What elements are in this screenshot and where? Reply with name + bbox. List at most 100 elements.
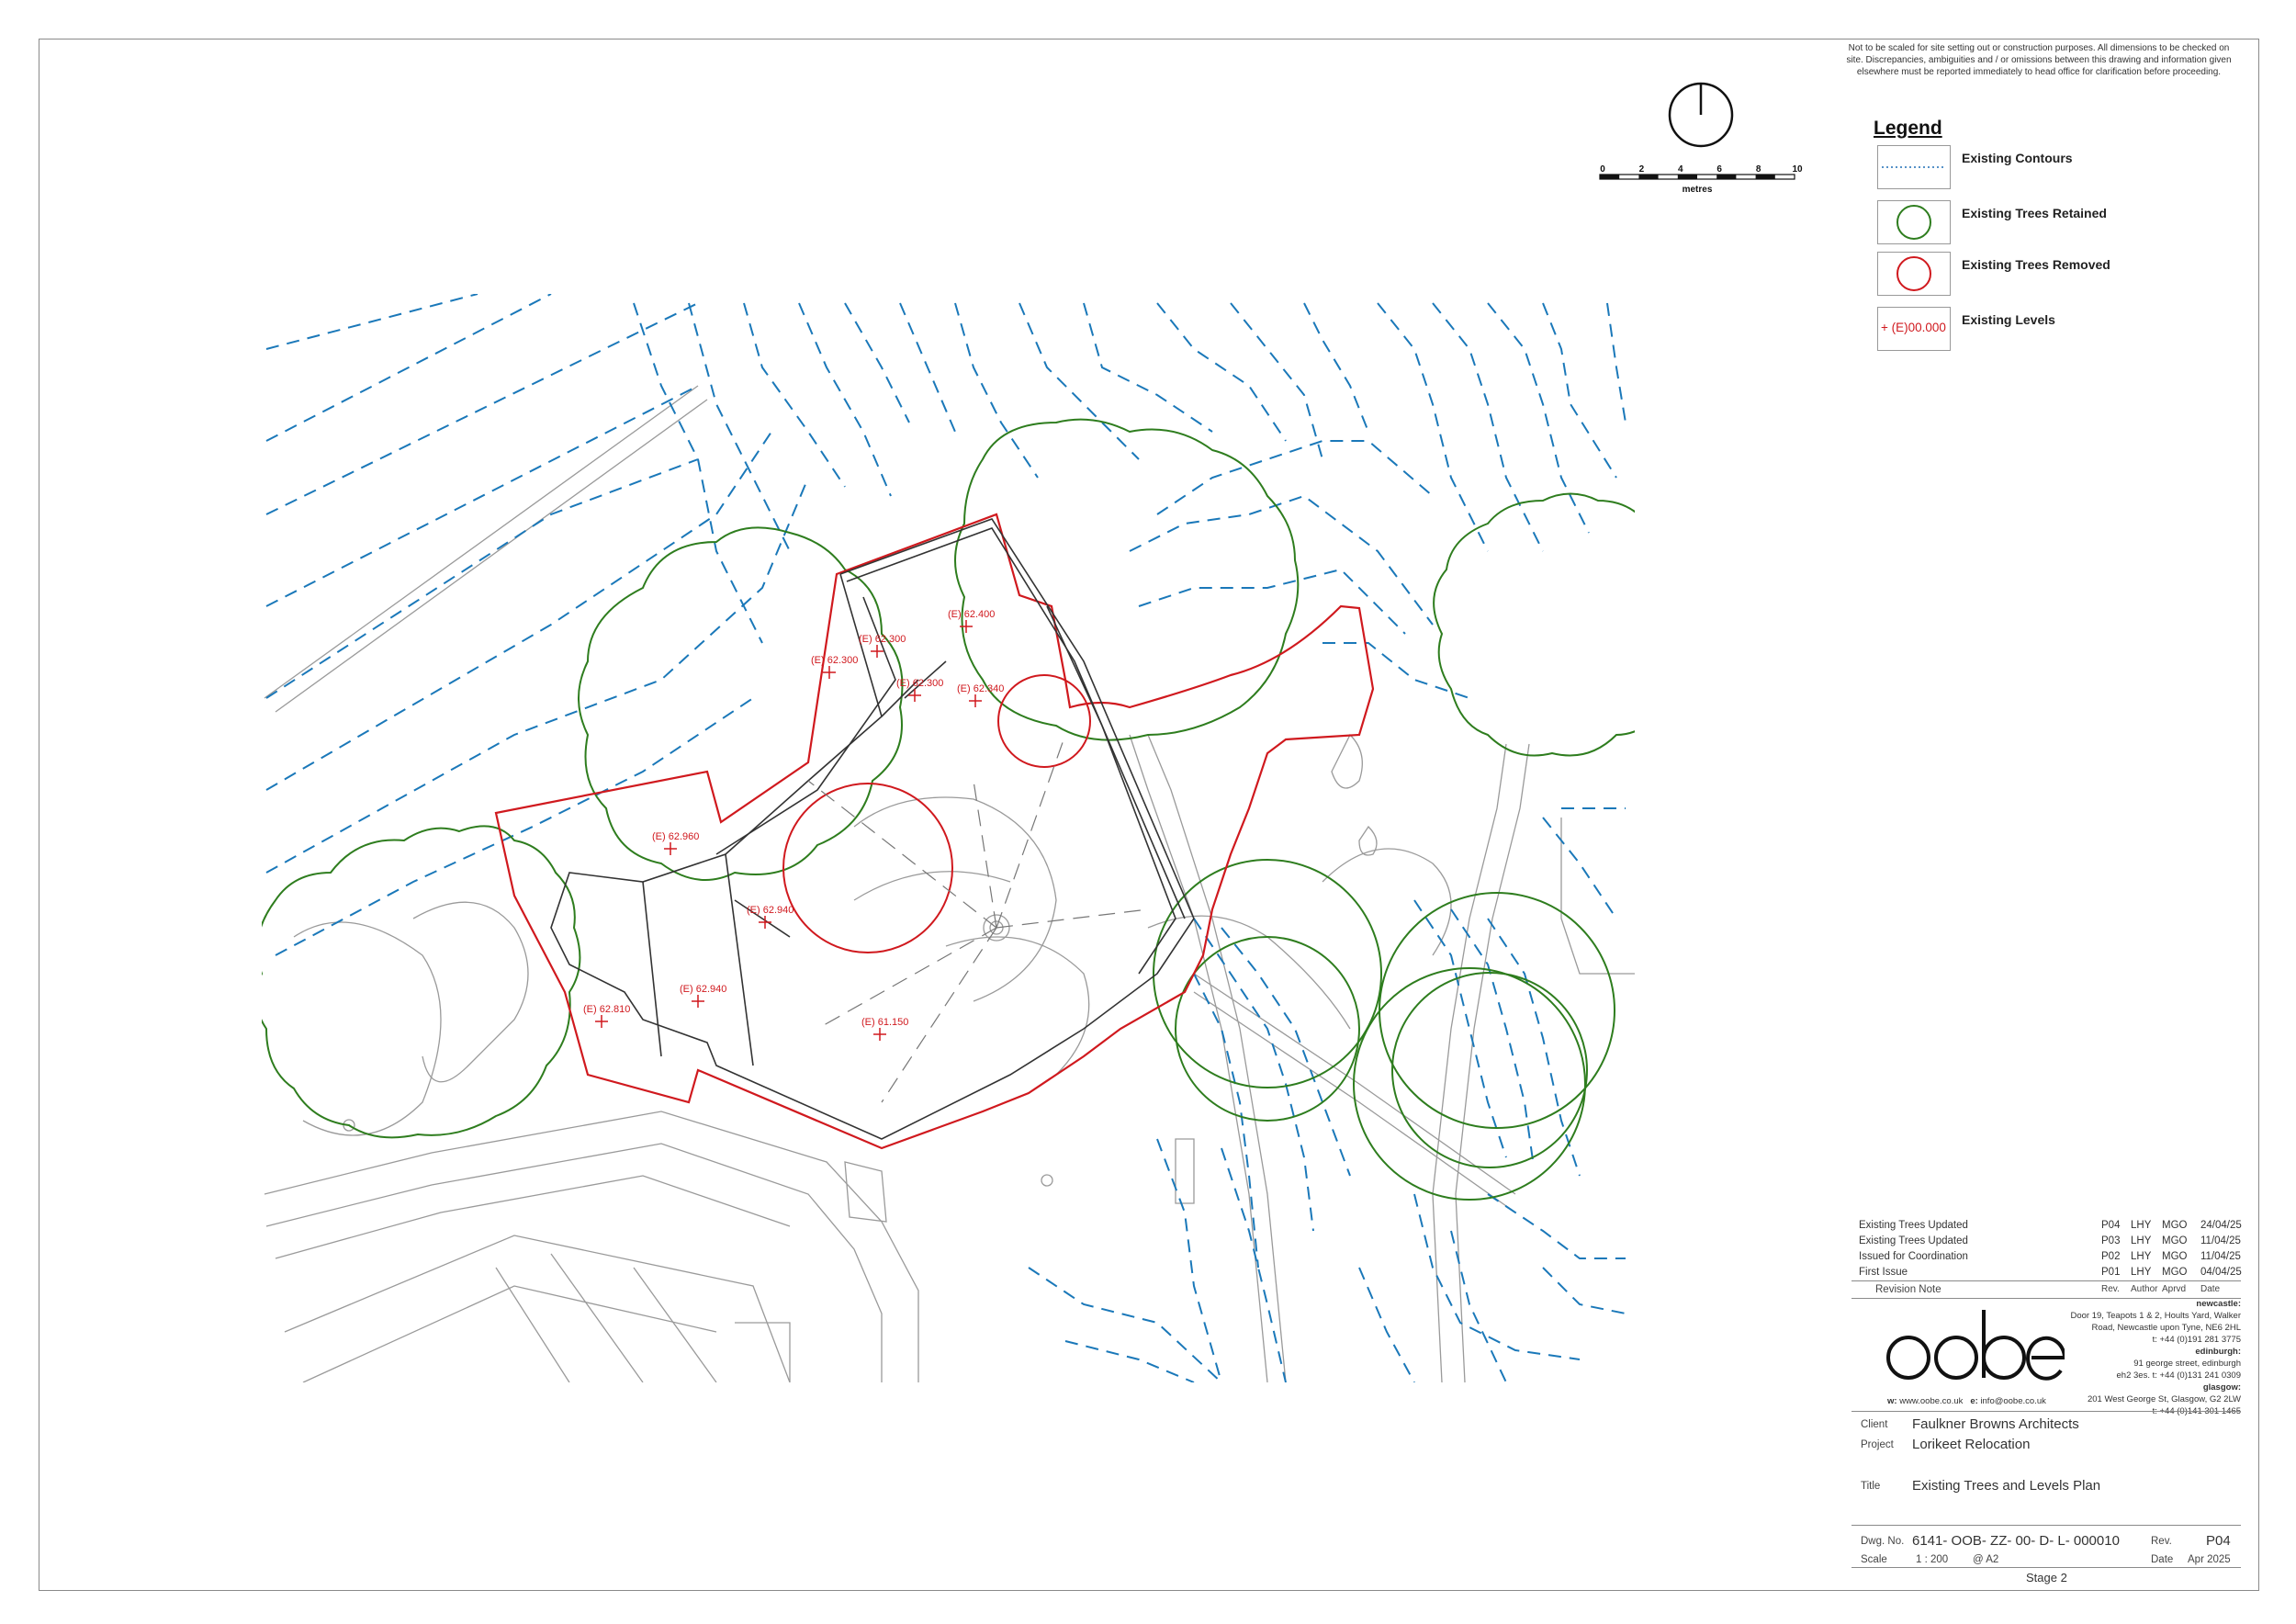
- revision-approved: MGO: [2162, 1251, 2188, 1262]
- trees-retained: [262, 418, 1635, 1201]
- office-block: edinburgh:: [2048, 1346, 2241, 1358]
- revision-note: Existing Trees Updated: [1859, 1235, 1968, 1246]
- rev-label: Rev.: [2151, 1536, 2172, 1547]
- office-line: 201 West George St, Glasgow, G2 2LW: [2087, 1394, 2241, 1404]
- title-label: Title: [1861, 1481, 1881, 1492]
- spot-level: (E) 62.300: [896, 678, 943, 702]
- divider: [1851, 1567, 2241, 1568]
- level-cross-icon: [969, 694, 982, 707]
- tree-retained: [262, 825, 581, 1139]
- scale-tick-label: 10: [1792, 164, 1803, 175]
- legend-label: Existing Contours: [1962, 151, 2073, 165]
- tree-removed: [782, 783, 953, 953]
- revision-row: Existing Trees Updated P04 LHY MGO 24/04/25: [1853, 1220, 2242, 1235]
- divider: [1851, 1411, 2241, 1412]
- spot-level: (E) 62.940: [747, 905, 793, 929]
- tree-retained: [954, 418, 1300, 741]
- scale-tick-label: 8: [1756, 164, 1761, 175]
- spot-level: (E) 62.960: [652, 831, 699, 855]
- office-line: Road, Newcastle upon Tyne, NE6 2HL: [2091, 1323, 2241, 1333]
- stage: Stage 2: [2026, 1571, 2067, 1585]
- level-cross-icon: [692, 995, 704, 1008]
- spot-level: (E) 62.300: [811, 655, 858, 679]
- office-line: eh2 3es. t: +44 (0)131 241 0309: [2116, 1370, 2241, 1381]
- level-cross-icon: [664, 842, 677, 855]
- level-label: (E) 62.300: [859, 634, 906, 645]
- level-cross-icon: [823, 666, 836, 679]
- legend-label: Existing Trees Retained: [1962, 206, 2107, 220]
- revision-row: Existing Trees Updated P03 LHY MGO 11/04/25: [1853, 1235, 2241, 1251]
- level-label: (E) 62.300: [896, 678, 943, 689]
- level-label: (E) 62.960: [652, 831, 699, 842]
- divider: [1851, 1525, 2241, 1526]
- dwg-no: 6141- OOB- ZZ- 00- D- L- 000010: [1912, 1533, 2120, 1549]
- revision-note: First Issue: [1859, 1267, 1908, 1278]
- drawing-rev: P04: [2206, 1533, 2231, 1549]
- client-name: Faulkner Browns Architects: [1912, 1416, 2079, 1432]
- revision-row: Issued for Coordination P02 LHY MGO 11/04/25: [1853, 1251, 2241, 1267]
- existing-site-features: [264, 385, 1635, 1382]
- revision-date: 04/04/25: [2200, 1267, 2242, 1278]
- legend: Legend Existing Contours Existing Trees …: [1874, 118, 2241, 351]
- spot-level: (E) 62.940: [680, 984, 726, 1008]
- scale-tick-label: 0: [1600, 164, 1605, 175]
- site-boundary: [494, 513, 1375, 1150]
- level-label: (E) 62.400: [948, 609, 995, 620]
- office-block: glasgow:: [2048, 1382, 2241, 1393]
- divider: [1851, 1280, 2241, 1281]
- revision-author: LHY: [2131, 1220, 2152, 1231]
- tree-retained: [1379, 892, 1615, 1129]
- contour-symbol-icon: [1877, 145, 1951, 189]
- level-symbol-icon: + (E)00.000: [1877, 307, 1951, 351]
- trees-removed: [782, 674, 1091, 953]
- revision-author: LHY: [2131, 1235, 2152, 1246]
- revision-rev: P01: [2101, 1267, 2121, 1278]
- legend-item-contours: Existing Contours: [1874, 145, 2241, 191]
- revision-author: LHY: [2131, 1267, 2152, 1278]
- legend-label: Existing Trees Removed: [1962, 257, 2110, 272]
- scale-bar: 0 2 4 6 8 10 metres: [1599, 164, 1803, 195]
- oobe-logo: [1886, 1310, 2065, 1381]
- email-link[interactable]: info@oobe.co.uk: [1980, 1396, 2045, 1406]
- level-label: (E) 62.340: [957, 683, 1004, 694]
- header-rev: Rev.: [2101, 1284, 2120, 1294]
- office-line: Door 19, Teapots 1 & 2, Hoults Yard, Wal…: [2070, 1311, 2241, 1321]
- spot-level: (E) 61.150: [861, 1017, 908, 1041]
- tree-retained-symbol-icon: [1877, 200, 1951, 244]
- spot-level: (E) 62.810: [583, 1004, 630, 1028]
- revision-note: Existing Trees Updated: [1859, 1220, 1968, 1231]
- revision-date: 24/04/25: [2200, 1220, 2242, 1231]
- revision-rev: P03: [2101, 1235, 2121, 1246]
- website-link[interactable]: www.oobe.co.uk: [1899, 1396, 1963, 1406]
- revision-rev: P04: [2101, 1220, 2121, 1231]
- legend-item-trees-retained: Existing Trees Retained: [1874, 200, 2241, 246]
- client-label: Client: [1861, 1419, 1888, 1430]
- spot-level: (E) 62.340: [957, 683, 1004, 707]
- company-offices: newcastle: Door 19, Teapots 1 & 2, Hoults…: [2048, 1298, 2241, 1417]
- level-cross-icon: [595, 1015, 608, 1028]
- level-label: (E) 62.810: [583, 1004, 630, 1015]
- company-web-contact: w: www.oobe.co.uk e: info@oobe.co.uk: [1887, 1396, 2046, 1406]
- scale-tick-label: 4: [1678, 164, 1683, 175]
- header-note: Revision Note: [1875, 1284, 1941, 1295]
- level-label: (E) 62.940: [747, 905, 793, 916]
- office-block: newcastle:: [2048, 1298, 2241, 1310]
- dwg-no-label: Dwg. No.: [1861, 1536, 1905, 1547]
- tree-retained: [578, 526, 904, 881]
- level-cross-icon: [871, 645, 884, 658]
- level-cross-icon: [908, 689, 921, 702]
- drawing-date: Apr 2025: [2188, 1554, 2231, 1565]
- level-label: (E) 61.150: [861, 1017, 908, 1028]
- tree-retained: [1391, 972, 1588, 1168]
- tree-removed: [997, 674, 1091, 768]
- revision-approved: MGO: [2162, 1220, 2188, 1231]
- revision-approved: MGO: [2162, 1267, 2188, 1278]
- project-name: Lorikeet Relocation: [1912, 1437, 2031, 1452]
- office-city: newcastle:: [2196, 1299, 2241, 1309]
- level-label: (E) 62.940: [680, 984, 726, 995]
- spot-level: (E) 62.400: [948, 609, 995, 633]
- level-label: (E) 62.300: [811, 655, 858, 666]
- web-label: w:: [1887, 1396, 1897, 1406]
- header-approved: Aprvd: [2162, 1284, 2187, 1294]
- revision-rev: P02: [2101, 1251, 2121, 1262]
